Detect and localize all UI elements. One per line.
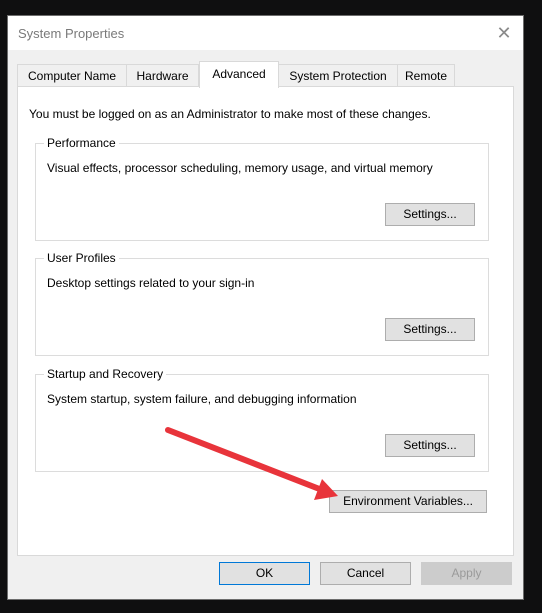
window-title: System Properties — [18, 26, 125, 41]
system-properties-dialog: System Properties ✕ Computer Name Hardwa… — [7, 15, 524, 600]
user-profiles-description: Desktop settings related to your sign-in — [47, 276, 255, 290]
tab-hardware[interactable]: Hardware — [126, 64, 199, 87]
admin-note: You must be logged on as an Administrato… — [29, 107, 431, 121]
environment-variables-button[interactable]: Environment Variables... — [329, 490, 487, 513]
startup-recovery-legend: Startup and Recovery — [44, 367, 167, 381]
apply-button[interactable]: Apply — [421, 562, 512, 585]
user-profiles-settings-button[interactable]: Settings... — [385, 318, 475, 341]
tab-computer-name[interactable]: Computer Name — [17, 64, 127, 87]
ok-button[interactable]: OK — [219, 562, 310, 585]
tab-system-protection[interactable]: System Protection — [278, 64, 398, 87]
user-profiles-group: User Profiles Desktop settings related t… — [35, 251, 489, 356]
startup-recovery-settings-button[interactable]: Settings... — [385, 434, 475, 457]
performance-description: Visual effects, processor scheduling, me… — [47, 161, 433, 175]
user-profiles-legend: User Profiles — [44, 251, 119, 265]
close-icon[interactable]: ✕ — [491, 20, 517, 46]
performance-settings-button[interactable]: Settings... — [385, 203, 475, 226]
title-bar[interactable]: System Properties ✕ — [8, 16, 523, 50]
tab-advanced[interactable]: Advanced — [199, 61, 279, 88]
tab-remote[interactable]: Remote — [397, 64, 455, 87]
startup-recovery-description: System startup, system failure, and debu… — [47, 392, 357, 406]
cancel-button[interactable]: Cancel — [320, 562, 411, 585]
performance-group: Performance Visual effects, processor sc… — [35, 136, 489, 241]
startup-recovery-group: Startup and Recovery System startup, sys… — [35, 367, 489, 472]
performance-legend: Performance — [44, 136, 119, 150]
